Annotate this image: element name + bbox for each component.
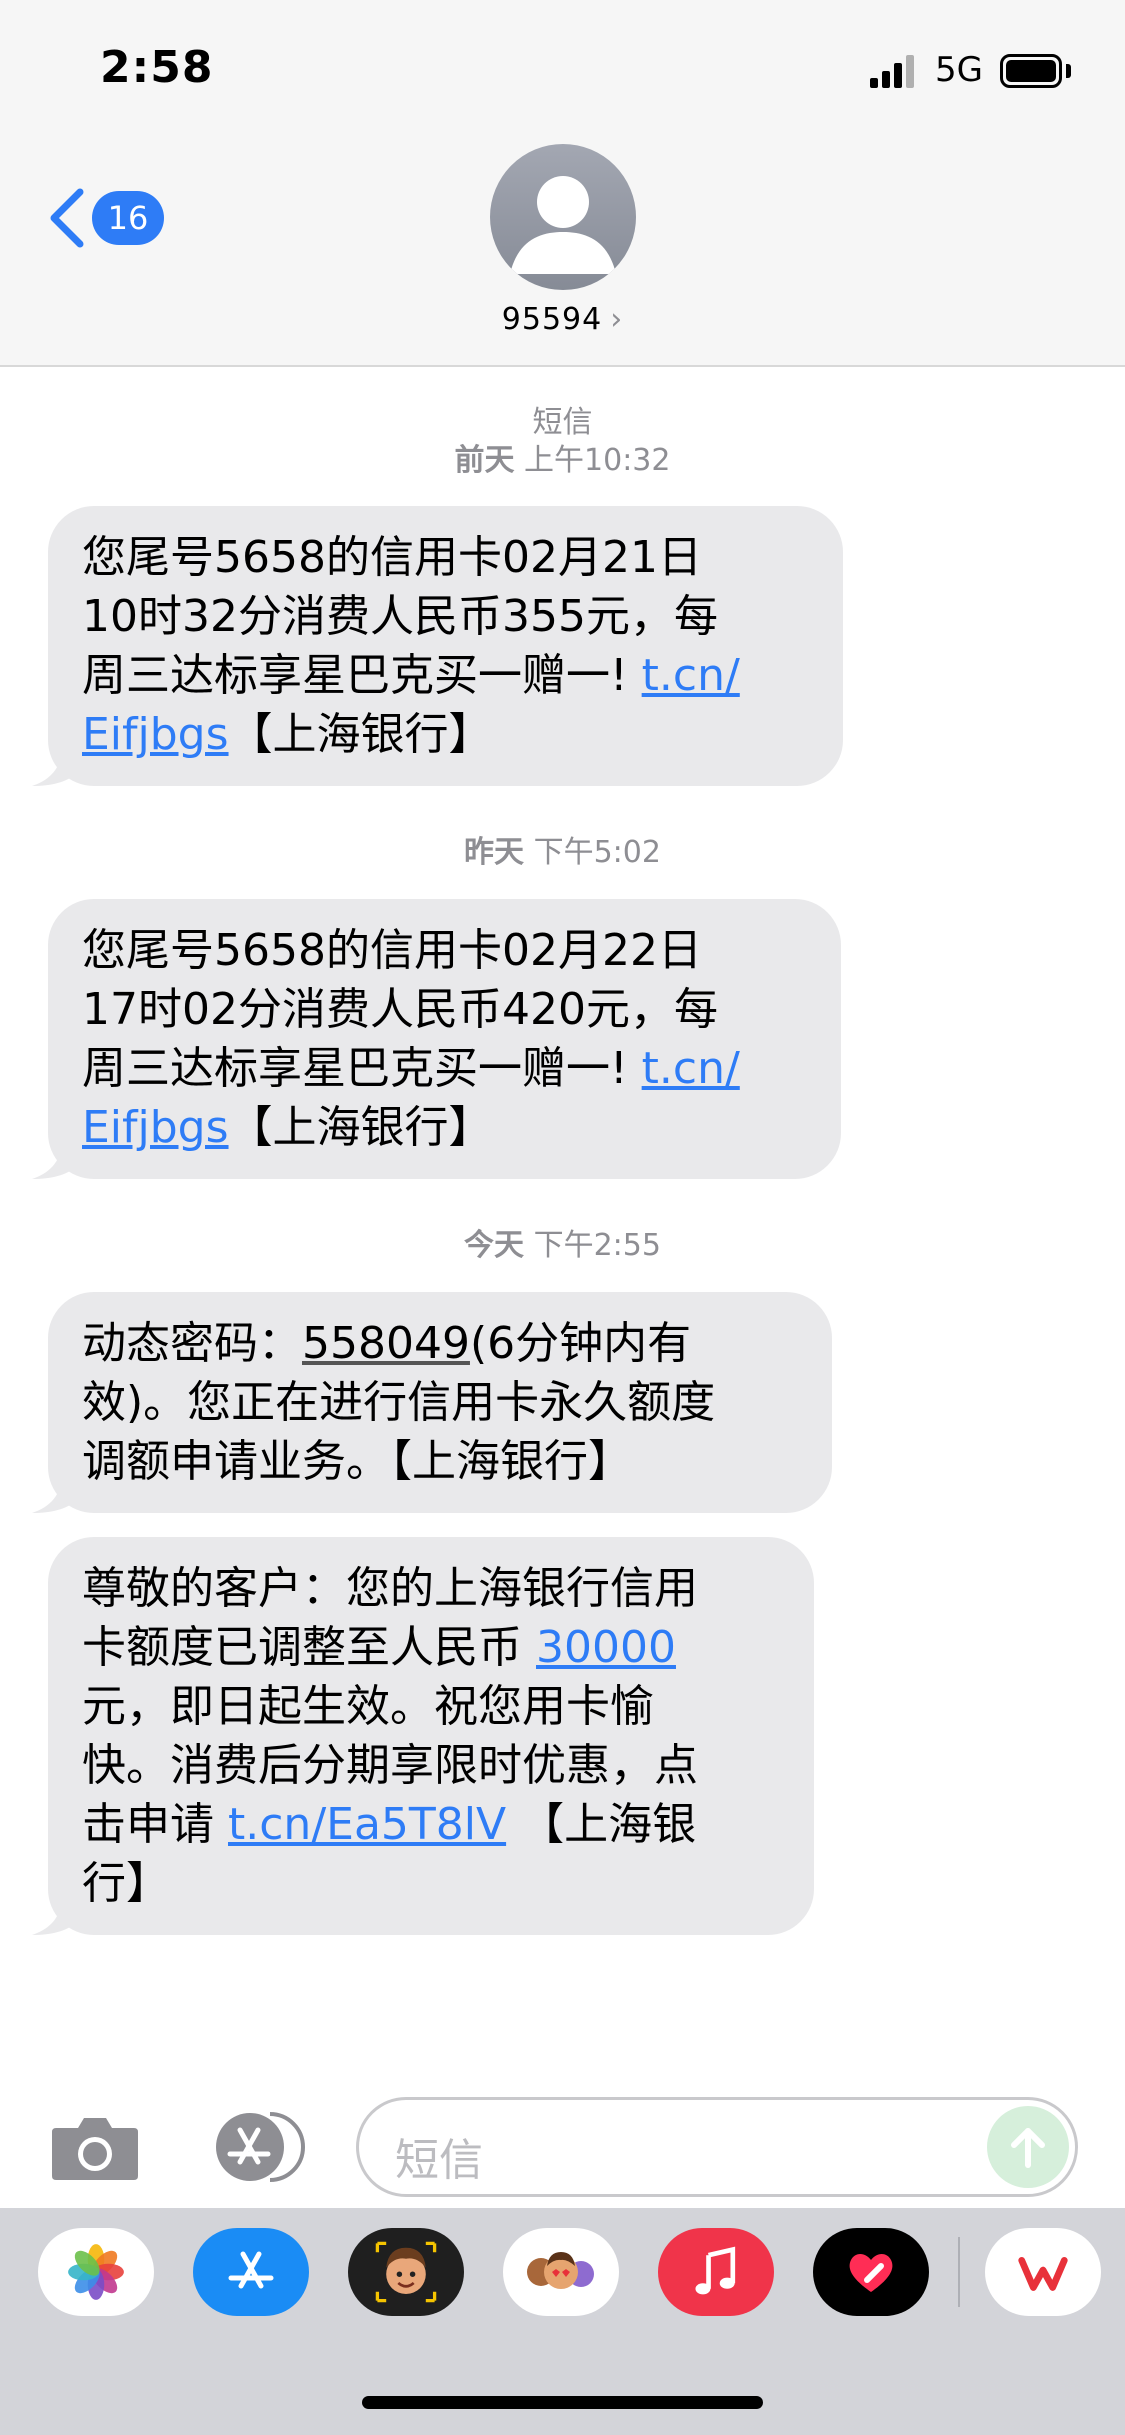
back-button[interactable]: 16 xyxy=(46,178,166,258)
battery-icon xyxy=(1000,54,1062,88)
memoji-icon[interactable] xyxy=(348,2228,464,2316)
heart-glyph xyxy=(849,2254,893,2292)
message-bubble[interactable]: 您尾号5658的信用卡02月21日 10时32分消费人民币355元，每 周三达标… xyxy=(32,506,843,786)
photos-icon[interactable] xyxy=(38,2228,154,2316)
drawer-divider xyxy=(958,2237,960,2307)
otp-code[interactable]: 558049 xyxy=(302,1318,470,1369)
timestamp: 前天 上午10:32 xyxy=(454,443,671,478)
timestamp: 昨天 下午5:02 xyxy=(464,835,661,870)
send-arrow-up-icon xyxy=(1011,2128,1045,2168)
bubble-tail xyxy=(32,1895,76,1935)
message-link[interactable]: t.cn/ xyxy=(642,650,740,701)
battery-tip xyxy=(1066,64,1071,78)
status-time: 2:58 xyxy=(100,42,214,93)
bubble-tail xyxy=(32,1139,76,1179)
amount-link[interactable]: 30000 xyxy=(536,1622,676,1673)
message-input[interactable]: 短信 xyxy=(356,2097,1078,2197)
unread-count-badge: 16 xyxy=(92,191,164,245)
stickers-faces xyxy=(527,2252,594,2289)
message-bubble[interactable]: 尊敬的客户：您的上海银行信用 卡额度已调整至人民币 30000 元，即日起生效。… xyxy=(32,1537,814,1935)
bubble-tail xyxy=(32,1473,76,1513)
home-indicator[interactable] xyxy=(362,2396,763,2409)
chevron-left-icon xyxy=(50,188,84,248)
app-store-icon[interactable] xyxy=(193,2228,309,2316)
app-store-glyph xyxy=(228,2251,274,2289)
digital-touch-icon[interactable] xyxy=(813,2228,929,2316)
message-bubble[interactable]: 动态密码：558049(6分钟内有 效)。您正在进行信用卡永久额度 调额申请业务… xyxy=(32,1292,832,1513)
chevron-right-icon: › xyxy=(610,302,624,337)
navigation-header: 2:58 5G 16 95594 › xyxy=(0,0,1125,367)
person-avatar-icon xyxy=(510,176,616,274)
music-icon[interactable] xyxy=(658,2228,774,2316)
memoji-face xyxy=(375,2241,437,2303)
music-note-glyph xyxy=(695,2246,736,2295)
message-link[interactable]: Eifjbgs xyxy=(82,1102,229,1153)
message-bubble[interactable]: 您尾号5658的信用卡02月22日 17时02分消费人民币420元，每 周三达标… xyxy=(32,899,841,1179)
message-link[interactable]: Eifjbgs xyxy=(82,709,229,760)
cellular-signal-icon xyxy=(870,55,914,88)
camera-icon[interactable] xyxy=(50,2112,140,2182)
wps-w-glyph xyxy=(1018,2257,1068,2291)
contact-name: 95594 xyxy=(501,302,603,337)
message-link[interactable]: t.cn/ xyxy=(642,1043,740,1094)
message-link[interactable]: t.cn/Ea5T8lV xyxy=(228,1799,506,1850)
wps-office-icon[interactable] xyxy=(985,2228,1101,2316)
bubble-tail xyxy=(32,746,76,786)
timestamp: 今天 下午2:55 xyxy=(464,1228,661,1263)
contact-name-button[interactable]: 95594 › xyxy=(0,302,1125,337)
send-button[interactable] xyxy=(987,2106,1069,2188)
photos-flower xyxy=(68,2244,124,2300)
animoji-stickers-icon[interactable] xyxy=(503,2228,619,2316)
network-type: 5G xyxy=(935,50,983,90)
contact-avatar[interactable] xyxy=(490,144,636,290)
message-input-placeholder: 短信 xyxy=(395,2135,483,2186)
app-store-icon[interactable] xyxy=(200,2110,306,2184)
channel-label: 短信 xyxy=(532,405,593,440)
